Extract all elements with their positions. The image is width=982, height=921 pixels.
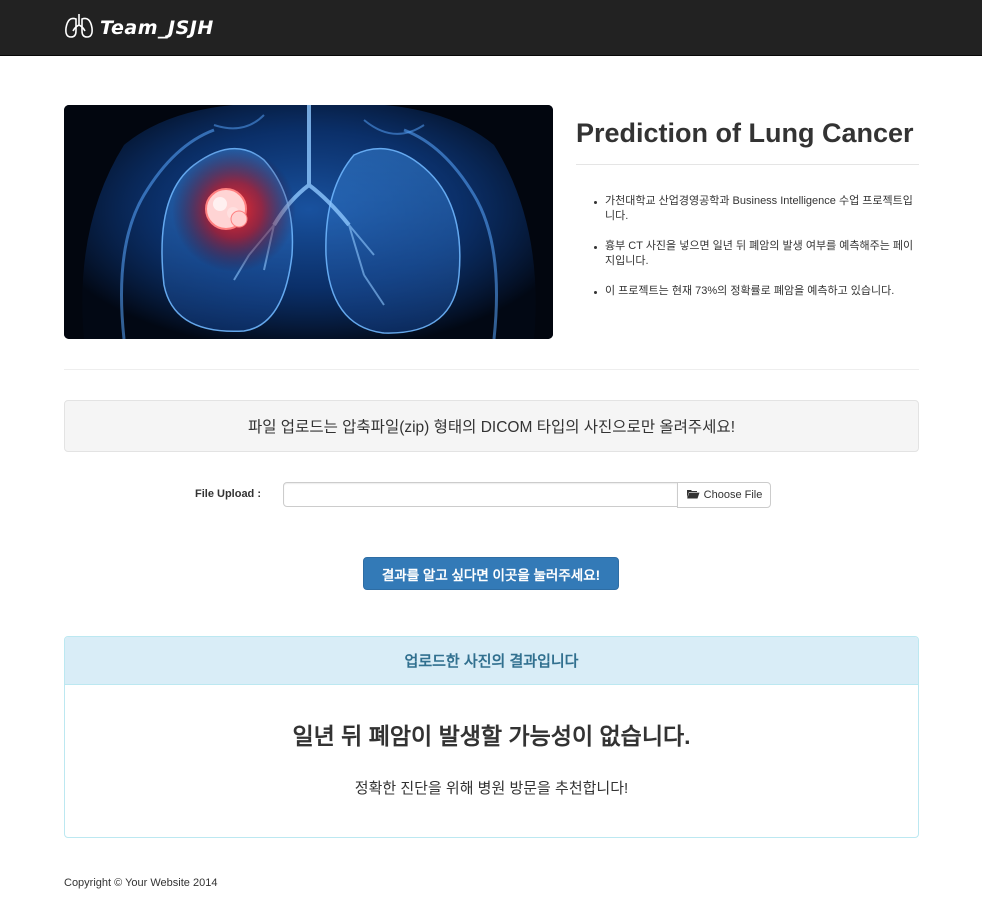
navbar: Team_JSJH (0, 0, 982, 56)
choose-file-button[interactable]: Choose File (677, 482, 771, 508)
folder-open-icon (686, 488, 700, 502)
result-heading: 업로드한 사진의 결과입니다 (65, 637, 918, 685)
file-path-input[interactable] (283, 482, 678, 507)
section-divider (64, 369, 919, 370)
brand-name: Team_JSJH (100, 17, 214, 39)
title-divider (576, 164, 919, 165)
result-message: 일년 뒤 폐암이 발생할 가능성이 없습니다. (292, 723, 691, 749)
lungs-icon (64, 12, 94, 45)
choose-file-label: Choose File (703, 489, 763, 501)
intro-list: 가천대학교 산업경영공학과 Business Intelligence 수업 프… (594, 194, 919, 314)
footer-copyright: Copyright © Your Website 2014 (64, 877, 218, 889)
result-panel: 업로드한 사진의 결과입니다 일년 뒤 폐암이 발생할 가능성이 없습니다. 정… (64, 636, 919, 838)
lung-xray-image (64, 105, 553, 339)
intro-item: 이 프로젝트는 현재 73%의 정확률로 폐암을 예측하고 있습니다. (594, 284, 919, 299)
intro-item: 흉부 CT 사진을 넣으면 일년 뒤 폐암의 발생 여부를 예측해주는 페이지입… (594, 239, 919, 269)
submit-button[interactable]: 결과를 알고 싶다면 이곳을 눌러주세요! (363, 557, 619, 590)
upload-notice: 파일 업로드는 압축파일(zip) 형태의 DICOM 타입의 사진으로만 올려… (64, 400, 919, 452)
file-upload-label: File Upload : (195, 488, 261, 500)
intro-item: 가천대학교 산업경영공학과 Business Intelligence 수업 프… (594, 194, 919, 224)
page-title: Prediction of Lung Cancer (576, 118, 914, 148)
brand-link[interactable]: Team_JSJH (64, 13, 214, 43)
result-recommendation: 정확한 진단을 위해 병원 방문을 추천합니다! (354, 780, 629, 797)
